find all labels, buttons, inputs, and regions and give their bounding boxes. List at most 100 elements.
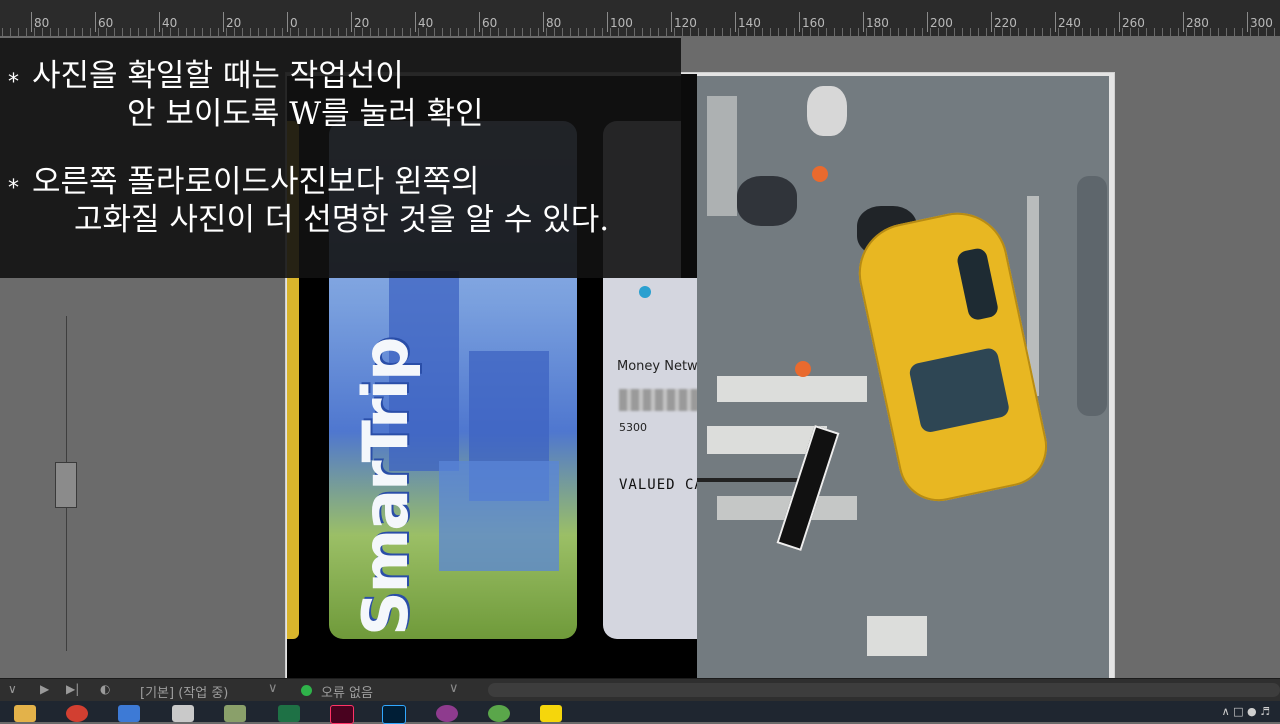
ruler-minor-tick xyxy=(722,28,723,36)
ruler-minor-tick xyxy=(26,28,27,36)
ruler-minor-tick xyxy=(866,28,867,36)
crosswalk-stripe xyxy=(717,376,867,402)
ruler-minor-tick xyxy=(58,28,59,36)
ruler-minor-tick xyxy=(34,28,35,36)
ruler-minor-tick xyxy=(1122,28,1123,36)
ruler-minor-tick xyxy=(538,28,539,36)
next-page-icon[interactable]: ▶ xyxy=(40,682,49,696)
ruler-minor-tick xyxy=(810,28,811,36)
annotation-overlay: * 사진을 확일할 때는 작업선이 안 보이도록 W를 눌러 확인 * 오른쪽 … xyxy=(0,38,681,278)
sign-pole xyxy=(697,478,812,482)
ruler-minor-tick xyxy=(938,28,939,36)
excel-icon[interactable] xyxy=(278,705,300,722)
ruler-minor-tick xyxy=(1050,28,1051,36)
ruler-minor-tick xyxy=(98,28,99,36)
polaroid-photo-frame[interactable] xyxy=(697,76,1109,678)
horizontal-scrollbar[interactable] xyxy=(488,683,1280,697)
app-icon[interactable] xyxy=(436,705,458,722)
chrome-icon[interactable] xyxy=(66,705,88,722)
ruler-tick: 200 xyxy=(927,12,953,32)
ruler-minor-tick xyxy=(618,28,619,36)
file-explorer-icon[interactable] xyxy=(14,705,36,722)
ruler-minor-tick xyxy=(994,28,995,36)
ruler-minor-tick xyxy=(1226,28,1227,36)
ruler-minor-tick xyxy=(378,28,379,36)
horizontal-ruler[interactable]: 80 60 40 20 0 20 40 60 80 100 120 140 16… xyxy=(0,0,1280,37)
last-page-icon[interactable]: ▶| xyxy=(66,682,79,696)
ruler-minor-tick xyxy=(186,28,187,36)
ruler-minor-tick xyxy=(882,28,883,36)
ruler-minor-tick xyxy=(546,28,547,36)
ruler-minor-tick xyxy=(434,28,435,36)
ruler-minor-tick xyxy=(570,28,571,36)
ruler-minor-tick xyxy=(18,28,19,36)
ruler-minor-tick xyxy=(762,28,763,36)
ruler-minor-tick xyxy=(922,28,923,36)
note-2-line-1: 오른쪽 폴라로이드사진보다 왼쪽의 xyxy=(32,164,480,200)
open-in-icon[interactable]: ◐ xyxy=(100,682,110,696)
ruler-minor-tick xyxy=(1194,28,1195,36)
ruler-minor-tick xyxy=(1138,28,1139,36)
ruler-minor-tick xyxy=(410,28,411,36)
ruler-minor-tick xyxy=(554,28,555,36)
ruler-minor-tick xyxy=(402,28,403,36)
kakaotalk-icon[interactable] xyxy=(540,705,562,722)
indesign-icon[interactable] xyxy=(330,705,354,724)
ruler-minor-tick xyxy=(954,28,955,36)
app-icon[interactable] xyxy=(488,705,510,722)
note-1-line-2: 안 보이도록 W를 눌러 확인 xyxy=(127,96,484,132)
ruler-minor-tick xyxy=(1042,28,1043,36)
ruler-minor-tick xyxy=(562,28,563,36)
ruler-minor-tick xyxy=(802,28,803,36)
road-marking xyxy=(707,96,737,216)
taskbar: ∧ □ ● ♬ xyxy=(0,701,1280,724)
photos-icon[interactable] xyxy=(118,705,140,722)
ruler-minor-tick xyxy=(10,28,11,36)
ruler-tick: 220 xyxy=(991,12,1017,32)
ruler-minor-tick xyxy=(218,28,219,36)
ruler-minor-tick xyxy=(1074,28,1075,36)
ruler-minor-tick xyxy=(1058,28,1059,36)
ruler-minor-tick xyxy=(338,28,339,36)
ruler-minor-tick xyxy=(1098,28,1099,36)
ruler-minor-tick xyxy=(290,28,291,36)
ruler-minor-tick xyxy=(930,28,931,36)
ruler-minor-tick xyxy=(330,28,331,36)
ruler-minor-tick xyxy=(1162,28,1163,36)
ruler-minor-tick xyxy=(370,28,371,36)
ruler-minor-tick xyxy=(178,28,179,36)
ruler-minor-tick xyxy=(826,28,827,36)
ruler-minor-tick xyxy=(306,28,307,36)
ruler-minor-tick xyxy=(946,28,947,36)
paint-icon[interactable] xyxy=(224,705,246,722)
ruler-minor-tick xyxy=(1210,28,1211,36)
ruler-minor-tick xyxy=(346,28,347,36)
photoshop-icon[interactable] xyxy=(382,705,406,724)
ruler-minor-tick xyxy=(914,28,915,36)
chevron-down-icon[interactable]: ∨ xyxy=(268,681,278,696)
smartrip-logo-text: SmarTrip xyxy=(349,338,422,636)
ruler-minor-tick xyxy=(482,28,483,36)
ruler-minor-tick xyxy=(962,28,963,36)
page-dropdown-icon[interactable]: ∨ xyxy=(8,682,17,696)
ruler-minor-tick xyxy=(74,28,75,36)
ruler-minor-tick xyxy=(1130,28,1131,36)
ruler-minor-tick xyxy=(594,28,595,36)
ruler-minor-tick xyxy=(242,28,243,36)
preflight-status[interactable]: 오류 없음 xyxy=(321,682,373,701)
note-2-line-2: 고화질 사진이 더 선명한 것을 알 수 있다. xyxy=(74,202,610,238)
ruler-minor-tick xyxy=(466,28,467,36)
ruler-minor-tick xyxy=(690,28,691,36)
ruler-minor-tick xyxy=(626,28,627,36)
frame-marker[interactable] xyxy=(55,462,77,508)
preflight-profile[interactable]: [기본] (작업 중) xyxy=(140,682,228,701)
ruler-minor-tick xyxy=(842,28,843,36)
chevron-down-icon[interactable]: ∨ xyxy=(449,681,459,696)
ruler-minor-tick xyxy=(42,28,43,36)
ruler-minor-tick xyxy=(210,28,211,36)
system-tray-icon[interactable]: ∧ □ ● ♬ xyxy=(1222,705,1270,718)
ruler-minor-tick xyxy=(442,28,443,36)
ruler-minor-tick xyxy=(818,28,819,36)
ruler-minor-tick xyxy=(450,28,451,36)
store-icon[interactable] xyxy=(172,705,194,722)
